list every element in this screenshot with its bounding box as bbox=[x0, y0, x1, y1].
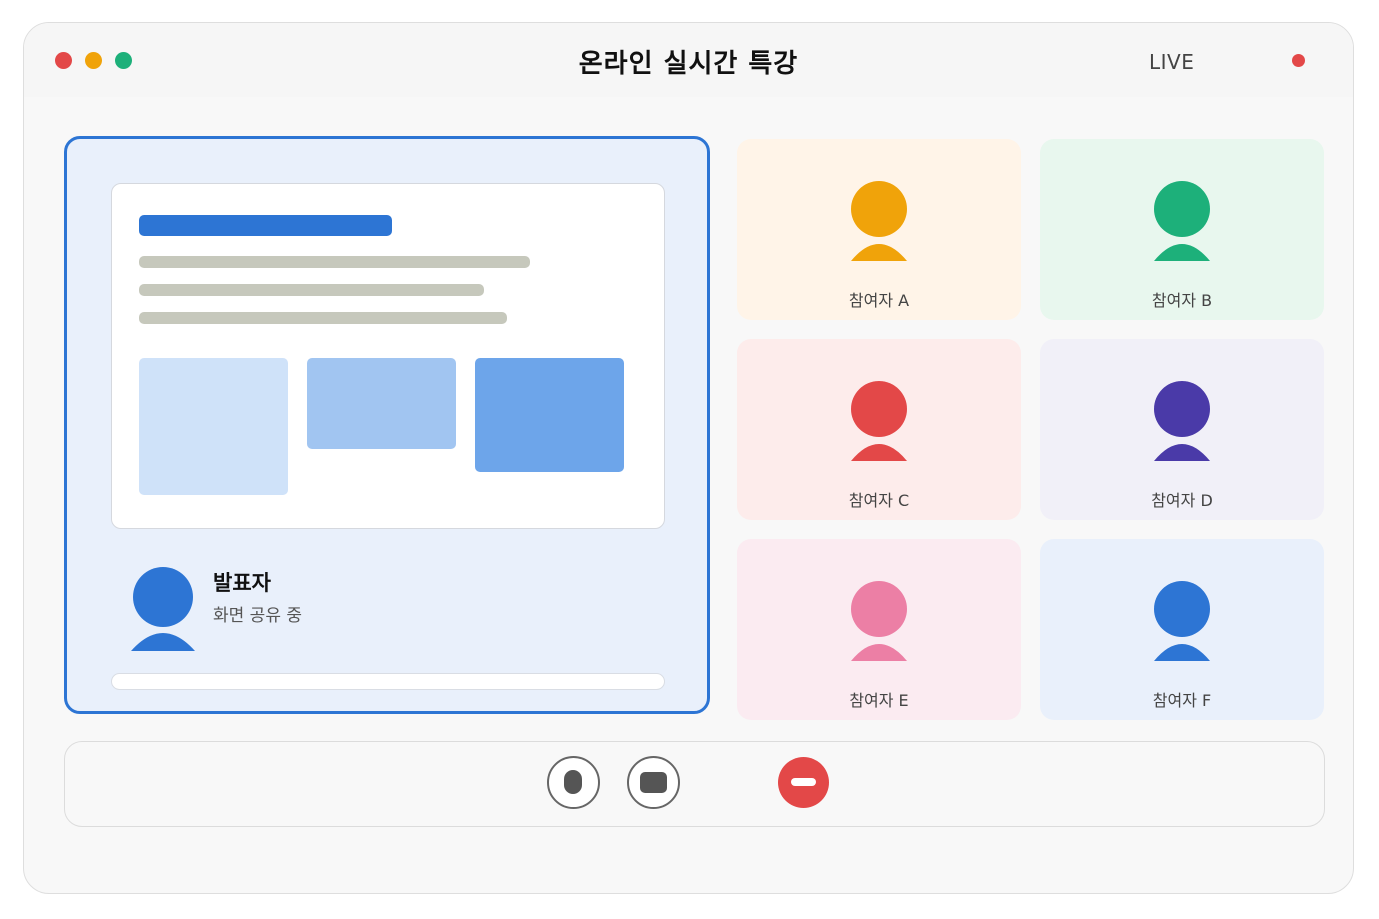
presenter-panel[interactable]: 발표자 화면 공유 중 bbox=[64, 136, 710, 714]
slide-text-line bbox=[139, 284, 484, 296]
participant-tile-d[interactable]: 참여자 D bbox=[1040, 339, 1324, 520]
camera-toggle-button[interactable] bbox=[627, 756, 680, 809]
participant-tile-e[interactable]: 참여자 E bbox=[737, 539, 1021, 720]
slide-text-line bbox=[139, 256, 530, 268]
participant-avatar bbox=[851, 181, 907, 261]
camera-icon bbox=[640, 772, 667, 793]
participant-avatar bbox=[851, 381, 907, 461]
leave-call-button[interactable] bbox=[778, 757, 829, 808]
participant-tile-c[interactable]: 참여자 C bbox=[737, 339, 1021, 520]
participant-name: 참여자 D bbox=[1151, 491, 1213, 510]
participant-tile-b[interactable]: 참여자 B bbox=[1040, 139, 1324, 320]
participant-avatar bbox=[1154, 581, 1210, 661]
presenter-avatar bbox=[131, 567, 195, 651]
participant-name: 참여자 B bbox=[1151, 291, 1213, 310]
participant-name: 참여자 C bbox=[848, 491, 910, 510]
participant-name: 참여자 F bbox=[1152, 691, 1212, 710]
title-bar: 온라인 실시간 특강 LIVE bbox=[24, 23, 1353, 97]
slide-text-line bbox=[139, 312, 507, 324]
live-indicator-dot bbox=[1292, 54, 1305, 67]
presenter-status: 화면 공유 중 bbox=[213, 606, 303, 626]
participant-avatar bbox=[1154, 181, 1210, 261]
participant-tile-a[interactable]: 참여자 A bbox=[737, 139, 1021, 320]
video-call-window: 온라인 실시간 특강 LIVE 발표자 화면 공유 중 참여자 A 참여자 B … bbox=[23, 22, 1354, 894]
participant-avatar bbox=[851, 581, 907, 661]
shared-screen-slide bbox=[111, 183, 665, 529]
presenter-name: 발표자 bbox=[213, 571, 271, 595]
participant-name: 참여자 A bbox=[848, 291, 910, 310]
slide-image-block bbox=[475, 358, 624, 472]
live-label: LIVE bbox=[1149, 50, 1195, 74]
call-controls-bar bbox=[64, 741, 1325, 827]
microphone-icon bbox=[564, 770, 582, 794]
slide-image-block bbox=[139, 358, 288, 495]
end-call-icon bbox=[791, 778, 816, 786]
slide-title-bar bbox=[139, 215, 392, 236]
participant-name: 참여자 E bbox=[849, 691, 909, 710]
participant-tile-f[interactable]: 참여자 F bbox=[1040, 539, 1324, 720]
participant-avatar bbox=[1154, 381, 1210, 461]
slide-image-block bbox=[307, 358, 456, 449]
share-progress-bar bbox=[111, 673, 665, 690]
mic-toggle-button[interactable] bbox=[547, 756, 600, 809]
